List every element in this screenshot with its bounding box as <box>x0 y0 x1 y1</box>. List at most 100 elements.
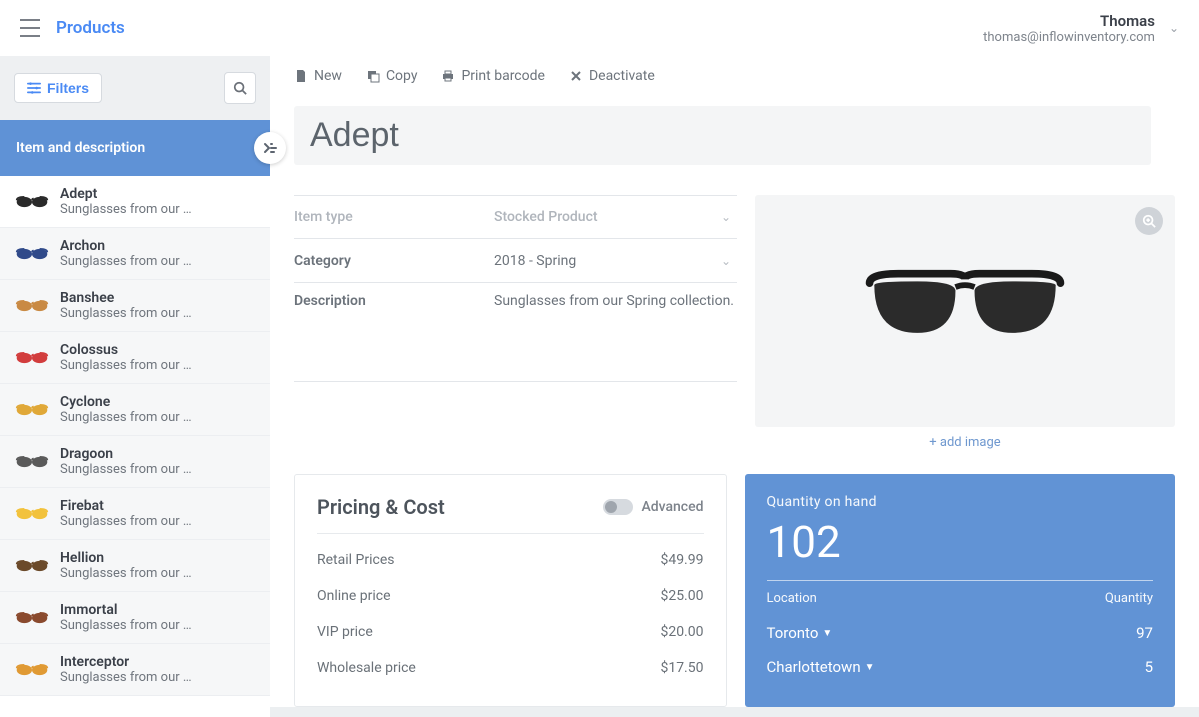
chevron-down-icon[interactable]: ⌄ <box>1169 21 1179 35</box>
chevron-down-icon[interactable]: ⌄ <box>721 210 731 224</box>
item-desc: Sunglasses from our … <box>60 358 256 373</box>
user-block: Thomas thomas@inflowinventory.com <box>983 12 1155 45</box>
col-location: Location <box>767 591 1105 606</box>
copy-label: Copy <box>386 68 418 84</box>
price-input[interactable] <box>584 588 704 604</box>
item-desc: Sunglasses from our … <box>60 514 256 529</box>
item-desc: Sunglasses from our … <box>60 410 256 425</box>
advanced-toggle[interactable] <box>603 499 633 515</box>
product-title-input[interactable] <box>294 106 1151 165</box>
new-label: New <box>314 68 342 84</box>
chevron-down-icon[interactable]: ⌄ <box>721 254 731 268</box>
sunglasses-icon <box>14 190 50 214</box>
content-area: Item type Stocked Product⌄ Category 2018… <box>270 96 1199 717</box>
quantity-panel: Quantity on hand 102 Location Quantity T… <box>745 474 1176 707</box>
filters-icon <box>27 81 41 95</box>
item-name: Firebat <box>60 498 256 514</box>
pricing-heading: Pricing & Cost <box>317 495 445 519</box>
toolbar: New Copy Print barcode Deactivate <box>270 56 1199 96</box>
qty-total: 102 <box>767 516 1154 568</box>
header-left: Products <box>12 18 125 38</box>
price-row: Wholesale price <box>317 650 704 686</box>
item-text: Adept Sunglasses from our … <box>60 186 256 217</box>
list-item[interactable]: Dragoon Sunglasses from our … <box>0 436 270 488</box>
page-title[interactable]: Products <box>56 18 125 38</box>
sunglasses-icon <box>14 398 50 422</box>
add-image-link[interactable]: + add image <box>755 435 1175 450</box>
sunglasses-icon <box>14 606 50 630</box>
search-button[interactable] <box>224 72 256 104</box>
copy-icon <box>366 69 380 83</box>
price-label: Wholesale price <box>317 660 416 676</box>
deactivate-label: Deactivate <box>589 68 655 84</box>
user-menu[interactable]: Thomas thomas@inflowinventory.com ⌄ <box>983 12 1179 45</box>
list-item[interactable]: Adept Sunglasses from our … <box>0 176 270 228</box>
price-input[interactable] <box>584 660 704 676</box>
location-header: Location Quantity <box>767 591 1154 606</box>
category-value: 2018 - Spring <box>494 253 576 269</box>
sunglasses-icon <box>14 294 50 318</box>
list-item[interactable]: Cyclone Sunglasses from our … <box>0 384 270 436</box>
sunglasses-icon <box>14 658 50 682</box>
hamburger-icon[interactable] <box>12 19 36 37</box>
copy-button[interactable]: Copy <box>366 68 418 84</box>
item-name: Archon <box>60 238 256 254</box>
app-header: Products Thomas thomas@inflowinventory.c… <box>0 0 1199 56</box>
price-row: Retail Prices <box>317 542 704 578</box>
image-column: + add image <box>755 195 1175 450</box>
item-text: Banshee Sunglasses from our … <box>60 290 256 321</box>
item-name: Interceptor <box>60 654 256 670</box>
location-row[interactable]: Toronto ▼ 97 <box>767 616 1154 650</box>
sunglasses-icon <box>14 346 50 370</box>
collapse-sidebar-icon[interactable] <box>254 132 286 164</box>
item-desc: Sunglasses from our … <box>60 462 256 477</box>
item-desc: Sunglasses from our … <box>60 670 256 685</box>
item-name: Dragoon <box>60 446 256 462</box>
close-icon <box>569 69 583 83</box>
list-item[interactable]: Archon Sunglasses from our … <box>0 228 270 280</box>
list-header-label: Item and description <box>16 140 145 156</box>
item-type-label: Item type <box>294 209 494 225</box>
item-name: Colossus <box>60 342 256 358</box>
user-name: Thomas <box>983 12 1155 30</box>
product-image[interactable] <box>755 195 1175 427</box>
list-item[interactable]: Immortal Sunglasses from our … <box>0 592 270 644</box>
item-text: Interceptor Sunglasses from our … <box>60 654 256 685</box>
sunglasses-icon <box>14 450 50 474</box>
price-input[interactable] <box>584 624 704 640</box>
filters-label: Filters <box>47 80 89 96</box>
filter-row: Filters <box>0 56 270 120</box>
description-field: Description <box>294 283 737 382</box>
category-field[interactable]: Category 2018 - Spring ⌄ <box>294 239 737 283</box>
item-text: Archon Sunglasses from our … <box>60 238 256 269</box>
sidebar: Filters Item and description Adept Sungl… <box>0 56 270 717</box>
new-button[interactable]: New <box>294 68 342 84</box>
item-text: Immortal Sunglasses from our … <box>60 602 256 633</box>
item-type-field[interactable]: Item type Stocked Product⌄ <box>294 195 737 239</box>
print-barcode-button[interactable]: Print barcode <box>441 68 545 84</box>
dropdown-icon[interactable]: ▼ <box>822 628 832 639</box>
item-name: Hellion <box>60 550 256 566</box>
search-icon <box>233 81 247 95</box>
sunglasses-icon <box>14 242 50 266</box>
dropdown-icon[interactable]: ▼ <box>865 662 875 673</box>
deactivate-button[interactable]: Deactivate <box>569 68 655 84</box>
category-label: Category <box>294 253 494 269</box>
list-item[interactable]: Banshee Sunglasses from our … <box>0 280 270 332</box>
print-label: Print barcode <box>461 68 545 84</box>
location-row[interactable]: Charlottetown ▼ 5 <box>767 650 1154 684</box>
filters-button[interactable]: Filters <box>14 73 102 103</box>
zoom-icon[interactable] <box>1135 207 1163 235</box>
list-item[interactable]: Firebat Sunglasses from our … <box>0 488 270 540</box>
list-item[interactable]: Interceptor Sunglasses from our … <box>0 644 270 696</box>
sunglasses-image <box>860 264 1070 358</box>
price-label: Retail Prices <box>317 552 395 568</box>
price-input[interactable] <box>584 552 704 568</box>
sunglasses-icon <box>14 502 50 526</box>
list-item[interactable]: Hellion Sunglasses from our … <box>0 540 270 592</box>
item-list[interactable]: Adept Sunglasses from our … Archon Sungl… <box>0 176 270 717</box>
advanced-label: Advanced <box>641 499 703 515</box>
item-desc: Sunglasses from our … <box>60 202 256 217</box>
list-item[interactable]: Colossus Sunglasses from our … <box>0 332 270 384</box>
description-input[interactable] <box>494 293 737 353</box>
